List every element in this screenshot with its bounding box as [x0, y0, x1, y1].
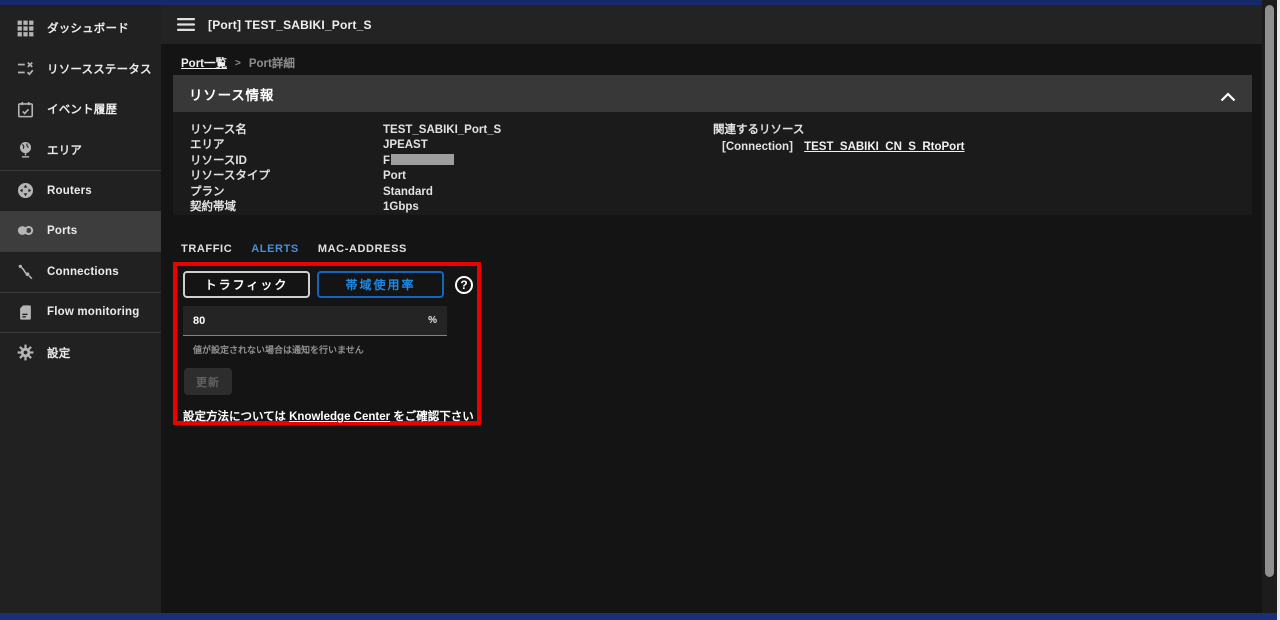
rule-checklist-icon — [15, 59, 35, 79]
knowledge-center-link[interactable]: Knowledge Center — [289, 411, 390, 423]
sidebar-item-event-history[interactable]: イベント履歴 — [0, 89, 161, 130]
globe-stand-icon — [15, 140, 35, 160]
threshold-input[interactable] — [193, 314, 429, 327]
breadcrumb-separator: > — [235, 57, 241, 69]
bandwidth-usage-toggle-button[interactable]: 帯域使用率 — [317, 271, 444, 298]
dashboard-grid-icon — [15, 18, 35, 38]
redacted-value-box — [391, 153, 455, 165]
sidebar-item-settings[interactable]: 設定 — [0, 332, 161, 373]
vertical-scrollbar-track[interactable] — [1262, 0, 1277, 620]
resource-info-panel: リソース情報 リソース名 TEST_SABIKI_Port_S エリア JPEA… — [173, 75, 1252, 215]
resource-fields: リソース名 TEST_SABIKI_Port_S エリア JPEAST リソース… — [190, 123, 713, 215]
field-plan: プラン Standard — [190, 185, 433, 198]
sidebar-item-flow-monitoring[interactable]: Flow monitoring — [0, 291, 161, 333]
threshold-unit: % — [428, 315, 437, 326]
field-contract-bandwidth: 契約帯域 1Gbps — [190, 201, 419, 214]
gear-icon — [15, 343, 35, 363]
sidebar-item-label: Flow monitoring — [47, 306, 140, 319]
vertical-scrollbar-thumb[interactable] — [1265, 5, 1274, 577]
sidebar-item-label: リソースステータス — [47, 63, 152, 76]
main-content: [Port] TEST_SABIKI_Port_S Port一覧 > Port詳… — [161, 5, 1262, 613]
knowledge-center-note: 設定方法については Knowledge Center をご確認下さい — [183, 411, 474, 423]
sidebar-item-label: Connections — [47, 265, 119, 278]
hamburger-menu-icon[interactable] — [177, 18, 195, 31]
detail-tabs: TRAFFIC ALERTS MAC-ADDRESS — [174, 237, 419, 264]
sidebar-item-label: ダッシュボード — [47, 23, 129, 36]
field-area: エリア JPEAST — [190, 139, 428, 152]
sidebar-item-label: 設定 — [47, 347, 71, 360]
resource-info-panel-header[interactable]: リソース情報 — [173, 75, 1252, 112]
sidebar-item-dashboard[interactable]: ダッシュボード — [0, 8, 161, 49]
alert-settings-form: トラフィック 帯域使用率 ? % 値が設定されない場合は通知を行いません 更新 … — [177, 266, 477, 424]
sidebar-item-routers[interactable]: Routers — [0, 170, 161, 211]
sidebar-item-resource-status[interactable]: リソースステータス — [0, 49, 161, 90]
field-resource-id: リソースID F — [190, 153, 713, 169]
breadcrumb: Port一覧 > Port詳細 — [181, 55, 295, 71]
alert-type-toggle-row: トラフィック 帯域使用率 ? — [183, 271, 477, 298]
tab-mac-address[interactable]: MAC-ADDRESS — [311, 237, 414, 264]
sidebar-item-label: Routers — [47, 184, 92, 197]
update-button[interactable]: 更新 — [184, 368, 232, 395]
sidebar-item-label: Ports — [47, 224, 78, 237]
breadcrumb-current: Port詳細 — [248, 58, 295, 70]
sidebar: ダッシュボード リソースステータス イベント履歴 エリア Routers Por… — [0, 5, 161, 613]
topbar: [Port] TEST_SABIKI_Port_S — [161, 5, 1262, 44]
tab-traffic[interactable]: TRAFFIC — [174, 237, 239, 264]
sidebar-item-ports[interactable]: Ports — [0, 210, 161, 251]
field-resource-name: リソース名 TEST_SABIKI_Port_S — [190, 124, 502, 136]
tab-alerts[interactable]: ALERTS — [244, 237, 306, 264]
sidebar-item-label: イベント履歴 — [47, 104, 118, 117]
help-icon[interactable]: ? — [455, 275, 473, 294]
threshold-field: % — [183, 306, 447, 336]
sidebar-item-label: エリア — [47, 144, 83, 157]
connection-icon — [15, 262, 35, 282]
field-resource-type: リソースタイプ Port — [190, 170, 406, 183]
traffic-toggle-button[interactable]: トラフィック — [183, 271, 310, 298]
chevron-up-icon[interactable] — [1220, 89, 1236, 101]
calendar-event-icon — [15, 99, 35, 119]
related-resource-type: [Connection] — [722, 141, 793, 154]
page-title: [Port] TEST_SABIKI_Port_S — [208, 17, 372, 32]
annotation-highlight-box: トラフィック 帯域使用率 ? % 値が設定されない場合は通知を行いません 更新 … — [173, 262, 481, 425]
sidebar-item-area[interactable]: エリア — [0, 130, 161, 171]
ports-icon — [15, 221, 35, 241]
sidebar-item-connections[interactable]: Connections — [0, 251, 161, 292]
related-resource-row: [Connection] TEST_SABIKI_CN_S_RtoPort — [713, 141, 965, 153]
threshold-helper-text: 値が設定されない場合は通知を行いません — [193, 345, 364, 355]
resource-info-body: リソース名 TEST_SABIKI_Port_S エリア JPEAST リソース… — [173, 112, 1252, 215]
related-resources: 関連するリソース [Connection] TEST_SABIKI_CN_S_R… — [713, 123, 965, 215]
panel-title: リソース情報 — [189, 87, 275, 103]
router-icon — [15, 181, 35, 201]
bottom-accent-strip — [0, 613, 1277, 620]
breadcrumb-link-port-list[interactable]: Port一覧 — [181, 55, 227, 71]
document-icon — [15, 302, 35, 322]
related-resource-link[interactable]: TEST_SABIKI_CN_S_RtoPort — [804, 141, 964, 153]
related-resources-title: 関連するリソース — [713, 124, 805, 136]
